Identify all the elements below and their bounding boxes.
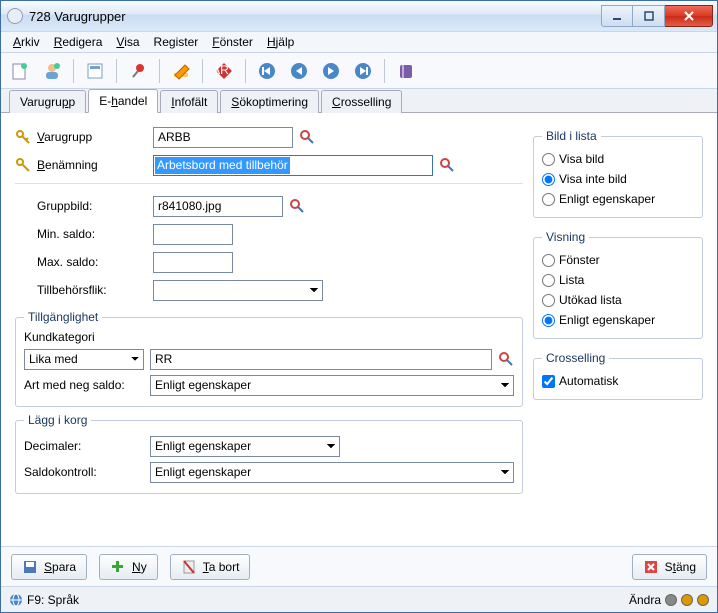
key-icon [15,129,31,145]
menu-visa[interactable]: Visa [110,33,145,51]
menubar: Arkiv Redigera Visa Register Fönster Hjä… [1,31,717,53]
toolbar-new-icon[interactable] [7,58,33,84]
close-icon [643,559,659,575]
menu-hjalp[interactable]: Hjälp [261,33,300,51]
bottombar: Spara Ny Ta bort Stäng [1,546,717,586]
toolbar-last-icon[interactable] [350,58,376,84]
laggikorg-group: Lägg i korg Decimaler: Enligt egenskaper… [15,413,523,494]
close-button[interactable] [665,5,713,27]
kundkat-value-input[interactable] [150,349,492,370]
tab-ehandel[interactable]: E-handel [88,89,158,113]
visning-legend: Visning [542,230,589,244]
saldokontroll-select[interactable]: Enligt egenskaper [150,462,514,483]
search-icon[interactable] [498,351,514,367]
tillbehorsflik-label: Tillbehörsflik: [37,283,147,297]
tillbehorsflik-select[interactable] [153,280,323,301]
artneg-label: Art med neg saldo: [24,378,144,392]
tab-crosselling[interactable]: Crosselling [321,90,402,113]
search-icon[interactable] [299,129,315,145]
decimaler-label: Decimaler: [24,439,144,453]
toolbar: ART [1,53,717,89]
tab-varugrupp[interactable]: Varugrupp [9,90,86,113]
radio-visa-bild[interactable]: Visa bild [542,149,694,169]
radio-bild-egenskaper[interactable]: Enligt egenskaper [542,189,694,209]
toolbar-art-icon[interactable]: ART [211,58,237,84]
tab-sokoptimering[interactable]: Sökoptimering [220,90,319,113]
tabort-button[interactable]: Ta bort [170,554,251,580]
svg-text:ART: ART [214,63,234,77]
kundkat-op-select[interactable]: Lika med [24,349,144,370]
globe-icon [9,593,23,607]
toolbar-edit-icon[interactable] [168,58,194,84]
check-automatisk[interactable]: Automatisk [542,371,694,391]
led-yellow-icon [697,594,709,606]
radio-visning-egenskaper[interactable]: Enligt egenskaper [542,310,694,330]
toolbar-note-icon[interactable] [82,58,108,84]
spara-button[interactable]: Spara [11,554,87,580]
app-icon [7,8,23,24]
toolbar-pin-icon[interactable] [125,58,151,84]
menu-arkiv-rest: rkiv [21,35,40,49]
toolbar-first-icon[interactable] [254,58,280,84]
status-andra: Ändra [629,593,661,607]
minsaldo-input[interactable] [153,224,233,245]
maxsaldo-label: Max. saldo: [37,255,147,269]
bild-i-lista-group: Bild i lista Visa bild Visa inte bild En… [533,129,703,218]
radio-visa-inte-bild[interactable]: Visa inte bild [542,169,694,189]
plus-icon [110,559,126,575]
cross-legend: Crosselling [542,351,609,365]
window-title: 728 Varugrupper [29,9,601,24]
save-icon [22,559,38,575]
gruppbild-input[interactable] [153,196,283,217]
crosselling-group: Crosselling Automatisk [533,351,703,400]
led-grey-icon [665,594,677,606]
tabbar: Varugrupp E-handel Infofält Sökoptimerin… [1,89,717,113]
tillganglighet-group: Tillgänglighet Kundkategori Lika med Art… [15,310,523,407]
key-icon [15,157,31,173]
benamning-input[interactable]: Arbetsbord med tillbehör [153,155,433,176]
menu-fonster[interactable]: Fönster [206,33,259,51]
toolbar-user-icon[interactable] [39,58,65,84]
varugrupp-label: Varugrupp [37,130,147,144]
ny-button[interactable]: Ny [99,554,158,580]
benamning-label: Benämning [37,158,147,172]
radio-fonster[interactable]: Fönster [542,250,694,270]
radio-lista[interactable]: Lista [542,270,694,290]
delete-icon [181,559,197,575]
status-sprak[interactable]: F9: Språk [27,593,79,607]
maximize-button[interactable] [633,5,665,27]
artneg-select[interactable]: Enligt egenskaper [150,375,514,396]
toolbar-prev-icon[interactable] [286,58,312,84]
kundkategori-label: Kundkategori [24,330,514,344]
statusbar: F9: Språk Ändra [1,586,717,612]
titlebar: 728 Varugrupper [1,1,717,31]
tab-infofalt[interactable]: Infofält [160,90,218,113]
stang-button[interactable]: Stäng [632,554,707,580]
toolbar-book-icon[interactable] [393,58,419,84]
gruppbild-label: Gruppbild: [37,199,147,213]
decimaler-select[interactable]: Enligt egenskaper [150,436,340,457]
saldokontroll-label: Saldokontroll: [24,465,144,479]
tillganglighet-legend: Tillgänglighet [24,310,102,324]
minsaldo-label: Min. saldo: [37,227,147,241]
menu-arkiv[interactable]: Arkiv [7,33,46,51]
laggikorg-legend: Lägg i korg [24,413,91,427]
led-yellow-icon [681,594,693,606]
minimize-button[interactable] [601,5,633,27]
maxsaldo-input[interactable] [153,252,233,273]
radio-utokad-lista[interactable]: Utökad lista [542,290,694,310]
visning-group: Visning Fönster Lista Utökad lista Enlig… [533,230,703,339]
menu-redigera[interactable]: Redigera [48,33,109,51]
search-icon[interactable] [439,157,455,173]
menu-register[interactable]: Register [148,33,205,51]
toolbar-next-icon[interactable] [318,58,344,84]
bild-legend: Bild i lista [542,129,601,143]
search-icon[interactable] [289,198,305,214]
varugrupp-input[interactable] [153,127,293,148]
